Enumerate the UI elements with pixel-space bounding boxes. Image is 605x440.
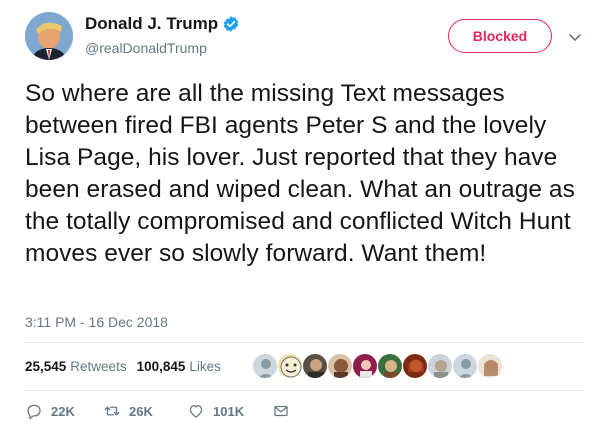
liker-avatar[interactable] bbox=[327, 353, 353, 379]
direct-message-button[interactable] bbox=[272, 402, 298, 420]
author-display-name[interactable]: Donald J. Trump bbox=[85, 14, 218, 34]
likes-count[interactable]: 100,845 bbox=[137, 359, 186, 374]
author-name-row: Donald J. Trump bbox=[85, 14, 240, 34]
divider bbox=[25, 390, 583, 391]
heart-icon bbox=[189, 405, 203, 418]
verified-badge-icon bbox=[222, 15, 240, 33]
divider bbox=[25, 342, 583, 343]
liker-avatar[interactable] bbox=[252, 353, 278, 379]
liker-avatar[interactable] bbox=[402, 353, 428, 379]
reply-button[interactable]: 22K bbox=[25, 402, 75, 420]
liker-avatar[interactable] bbox=[302, 353, 328, 379]
liker-avatar[interactable] bbox=[277, 353, 303, 379]
liker-avatar[interactable] bbox=[452, 353, 478, 379]
reply-count: 22K bbox=[51, 403, 75, 419]
liker-avatar[interactable] bbox=[477, 353, 503, 379]
envelope-icon bbox=[274, 405, 288, 417]
engagement-stats: 25,545 Retweets 100,845 Likes bbox=[25, 359, 231, 374]
liker-avatar[interactable] bbox=[427, 353, 453, 379]
liker-avatar[interactable] bbox=[377, 353, 403, 379]
tweet-text: So where are all the missing Text messag… bbox=[25, 80, 575, 267]
retweet-button[interactable]: 26K bbox=[103, 402, 153, 420]
like-button[interactable]: 101K bbox=[187, 402, 244, 420]
retweet-icon bbox=[104, 406, 120, 416]
tweet-timestamp[interactable]: 3:11 PM - 16 Dec 2018 bbox=[25, 314, 168, 330]
like-count: 101K bbox=[213, 403, 245, 419]
tweet-card: Donald J. Trump @realDonaldTrump Blocked… bbox=[0, 0, 605, 440]
blocked-button[interactable]: Blocked bbox=[448, 19, 552, 53]
retweets-count[interactable]: 25,545 bbox=[25, 359, 66, 374]
retweet-count: 26K bbox=[129, 403, 153, 419]
author-handle[interactable]: @realDonaldTrump bbox=[85, 40, 207, 56]
retweets-label[interactable]: Retweets bbox=[70, 359, 126, 374]
liker-avatar[interactable] bbox=[352, 353, 378, 379]
likes-label[interactable]: Likes bbox=[189, 359, 221, 374]
chevron-down-icon[interactable] bbox=[568, 30, 582, 42]
reply-icon bbox=[27, 404, 41, 420]
author-avatar[interactable] bbox=[25, 12, 73, 60]
